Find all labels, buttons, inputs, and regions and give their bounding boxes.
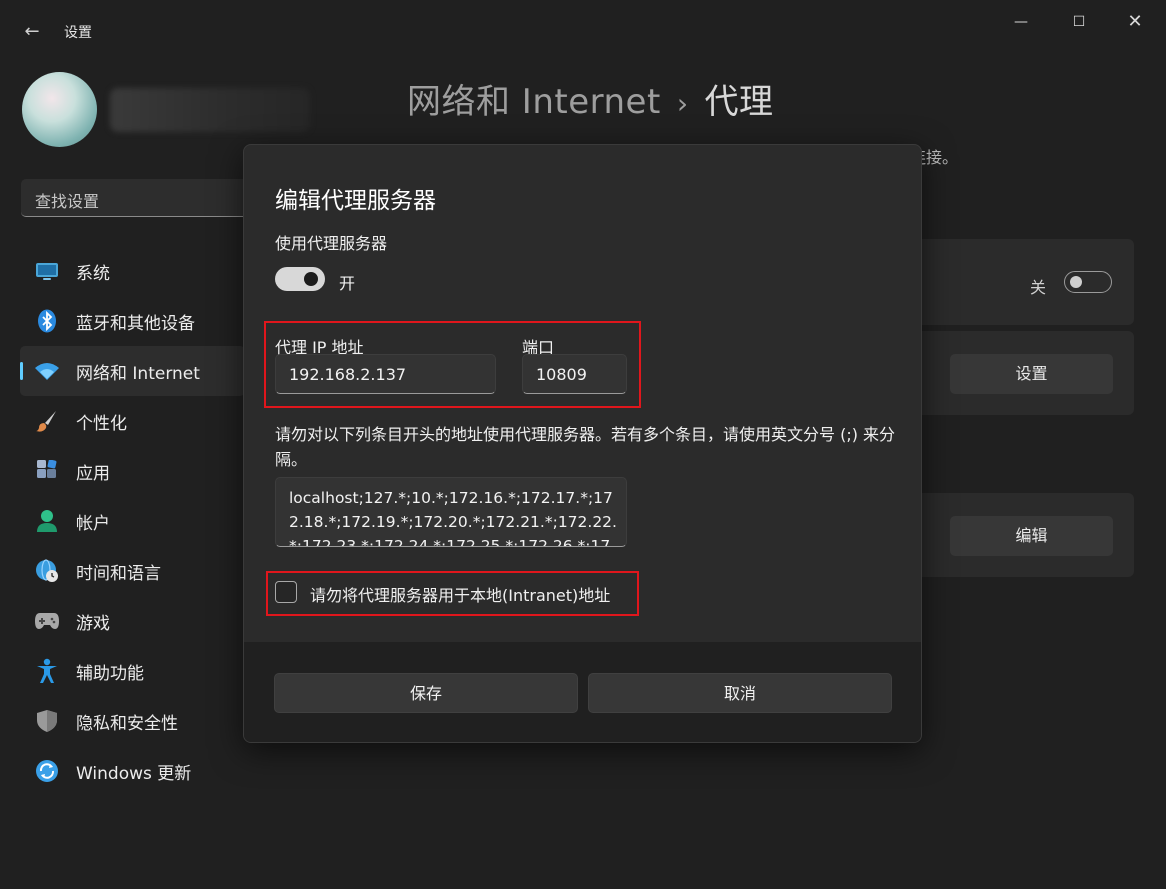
sidebar-item-label: 游戏 <box>76 613 110 634</box>
proxy-ip-input[interactable]: 192.168.2.137 <box>275 354 496 394</box>
minimize-button[interactable]: — <box>998 8 1044 36</box>
sidebar-item-label: 系统 <box>76 263 110 284</box>
sidebar-item-personalization[interactable]: 个性化 <box>20 396 245 446</box>
paintbrush-icon <box>34 408 60 434</box>
username-blurred <box>110 88 310 132</box>
sidebar-item-label: 辅助功能 <box>76 663 144 684</box>
avatar[interactable] <box>22 72 97 147</box>
port-input[interactable]: 10809 <box>522 354 627 394</box>
accessibility-icon <box>34 658 60 684</box>
shield-icon <box>34 708 60 734</box>
breadcrumb-current: 代理 <box>704 82 774 122</box>
sidebar-item-bluetooth[interactable]: 蓝牙和其他设备 <box>20 296 245 346</box>
title-bar: ← 设置 — ☐ ✕ <box>0 0 1166 60</box>
exclusion-help-text: 请勿对以下列条目开头的地址使用代理服务器。若有多个条目，请使用英文分号 (;) … <box>275 425 896 469</box>
exclusion-list-textarea[interactable]: localhost;127.*;10.*;172.16.*;172.17.*;1… <box>275 477 627 547</box>
back-arrow-icon[interactable]: ← <box>20 20 44 44</box>
sidebar-item-label: 应用 <box>76 463 110 484</box>
person-icon <box>34 508 60 534</box>
sidebar-nav: 系统 蓝牙和其他设备 网络和 Internet 个性化 应用 帐户 时间和语言 … <box>20 246 245 796</box>
breadcrumb-chevron-icon: › <box>676 87 689 120</box>
use-proxy-label: 使用代理服务器 <box>275 234 388 253</box>
bypass-local-label[interactable]: 请勿将代理服务器用于本地(Intranet)地址 <box>310 582 610 606</box>
edit-proxy-dialog: 编辑代理服务器 使用代理服务器 开 代理 IP 地址 端口 192.168.2.… <box>243 144 922 743</box>
sidebar-item-label: 帐户 <box>76 513 110 534</box>
sidebar-item-label: 蓝牙和其他设备 <box>76 313 195 334</box>
bluetooth-icon <box>34 308 60 334</box>
sidebar-item-network[interactable]: 网络和 Internet <box>20 346 245 396</box>
maximize-button[interactable]: ☐ <box>1056 8 1102 36</box>
sidebar-item-time-language[interactable]: 时间和语言 <box>20 546 245 596</box>
sidebar-item-accessibility[interactable]: 辅助功能 <box>20 646 245 696</box>
sidebar-item-privacy[interactable]: 隐私和安全性 <box>20 696 245 746</box>
sidebar-item-apps[interactable]: 应用 <box>20 446 245 496</box>
setup-button[interactable]: 设置 <box>950 354 1113 394</box>
edit-button[interactable]: 编辑 <box>950 516 1113 556</box>
bypass-local-checkbox[interactable] <box>275 581 297 603</box>
apps-icon <box>34 458 60 484</box>
update-icon <box>34 758 60 784</box>
dialog-title: 编辑代理服务器 <box>275 188 436 214</box>
page-title: 网络和 Internet › 代理 <box>407 74 774 123</box>
sidebar-item-gaming[interactable]: 游戏 <box>20 596 245 646</box>
gamepad-icon <box>34 608 60 634</box>
close-button[interactable]: ✕ <box>1112 8 1158 36</box>
globe-clock-icon <box>34 558 60 584</box>
search-input[interactable]: 查找设置 <box>21 179 261 217</box>
sidebar-item-label: 网络和 Internet <box>76 363 200 384</box>
sidebar-item-accounts[interactable]: 帐户 <box>20 496 245 546</box>
sidebar-item-windows-update[interactable]: Windows 更新 <box>20 746 245 796</box>
exclusion-list-value: localhost;127.*;10.*;172.16.*;172.17.*;1… <box>289 489 617 547</box>
sidebar-item-label: 个性化 <box>76 413 127 434</box>
app-title: 设置 <box>64 25 92 41</box>
search-placeholder: 查找设置 <box>35 192 100 211</box>
sidebar-item-label: 隐私和安全性 <box>76 713 178 734</box>
auto-detect-toggle-state: 关 <box>1030 278 1047 297</box>
cancel-button[interactable]: 取消 <box>588 673 892 713</box>
auto-detect-toggle[interactable] <box>1064 271 1112 293</box>
sidebar-item-label: 时间和语言 <box>76 563 161 584</box>
sidebar-item-label: Windows 更新 <box>76 763 192 784</box>
breadcrumb-parent[interactable]: 网络和 Internet <box>407 82 661 122</box>
use-proxy-toggle[interactable] <box>275 267 325 291</box>
save-button[interactable]: 保存 <box>274 673 578 713</box>
use-proxy-state: 开 <box>339 274 356 293</box>
monitor-icon <box>34 258 60 284</box>
sidebar-item-system[interactable]: 系统 <box>20 246 245 296</box>
wifi-icon <box>34 358 60 384</box>
